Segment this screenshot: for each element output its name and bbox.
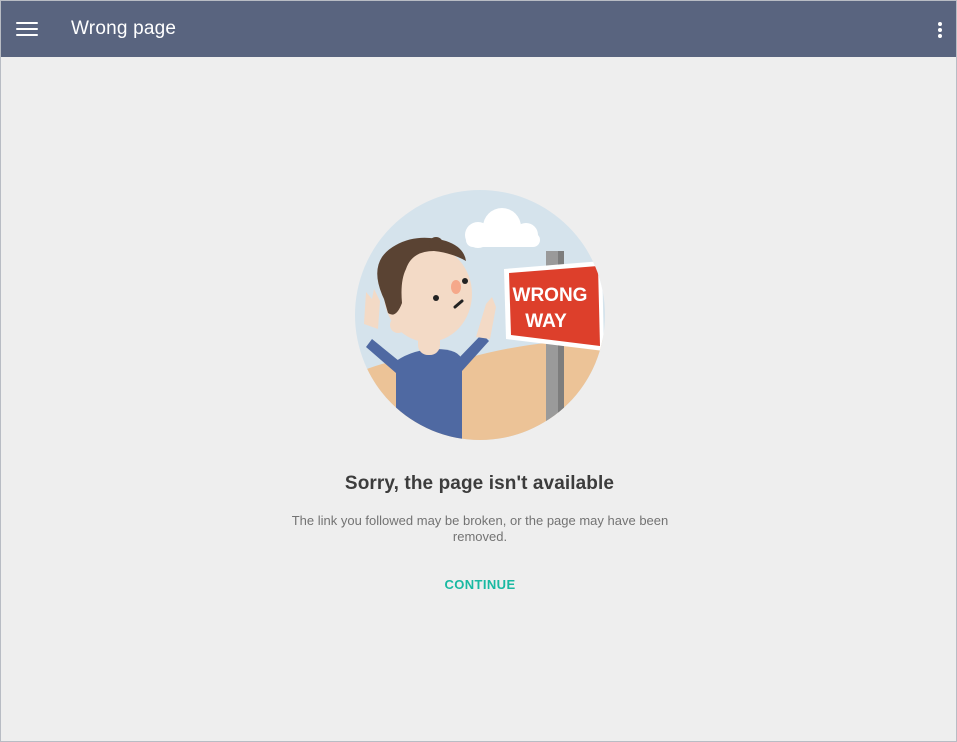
hamburger-menu-icon[interactable] [15,19,39,39]
app-bar: Wrong page [1,1,956,57]
error-heading: Sorry, the page isn't available [344,473,615,494]
wrong-way-sign: WRONG WAY [504,261,604,351]
page-title: Wrong page [71,18,177,39]
wrong-way-illustration: WRONG WAY [355,190,605,440]
continue-button[interactable]: CONTINUE [429,573,531,597]
error-content: WRONG WAY Sorry, the page isn't availabl… [1,57,956,741]
sign-text-line2: WAY [525,311,567,332]
more-vert-icon[interactable] [934,19,946,41]
app-window: Wrong page WRONG WAY Sorry, the page isn… [0,0,957,742]
sign-text-line1: WRONG [513,285,588,306]
error-message: The link you followed may be broken, or … [291,513,669,544]
